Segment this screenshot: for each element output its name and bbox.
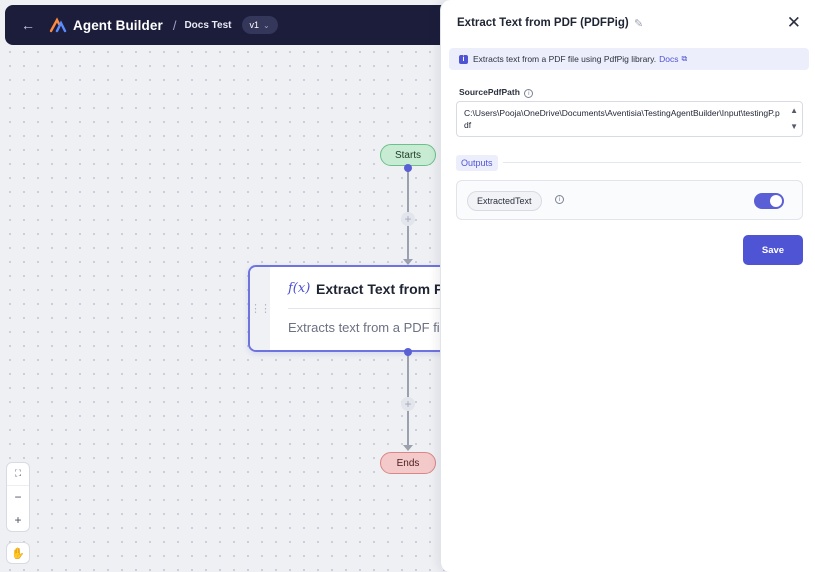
close-icon[interactable]: ✕ — [787, 13, 801, 33]
end-node-label: Ends — [396, 457, 420, 469]
source-pdf-path-input[interactable]: C:\Users\Pooja\OneDrive\Documents\Aventi… — [456, 101, 803, 137]
node-settings-panel: Extract Text from PDF (PDFPig) ✎ ✕ i Ext… — [440, 0, 815, 572]
help-icon[interactable]: i — [555, 195, 564, 204]
version-label: v1 — [249, 20, 260, 30]
edge-arrow-head — [403, 445, 413, 451]
source-input-value: C:\Users\Pooja\OneDrive\Documents\Aventi… — [464, 108, 780, 130]
output-row: ExtractedText i — [456, 180, 803, 220]
pencil-icon[interactable]: ✎ — [634, 17, 643, 30]
fit-view-icon[interactable]: ⛶ — [7, 463, 29, 486]
function-icon: f(x) — [288, 281, 311, 296]
info-banner: i Extracts text from a PDF file using Pd… — [449, 48, 809, 70]
end-node[interactable]: Ends — [380, 452, 436, 474]
outputs-section-label: Outputs — [456, 155, 498, 171]
source-pdf-path-label: SourcePdfPath i — [459, 87, 534, 98]
info-icon: i — [459, 54, 468, 64]
output-enabled-toggle[interactable] — [754, 193, 784, 209]
start-output-handle[interactable] — [404, 164, 412, 172]
add-step-button[interactable]: + — [401, 212, 415, 226]
arrow-left-icon[interactable]: ← — [21, 17, 35, 33]
chevron-down-icon: ⌄ — [263, 20, 270, 30]
info-text: Extracts text from a PDF file using PdfP… — [473, 54, 657, 64]
outputs-divider — [503, 162, 801, 163]
external-link-icon[interactable]: ⧉ — [682, 54, 688, 64]
help-icon[interactable]: i — [524, 89, 534, 98]
toggle-knob — [770, 195, 782, 207]
output-variable-name: ExtractedText — [477, 196, 532, 206]
brand-name[interactable]: Agent Builder — [73, 18, 163, 33]
save-button[interactable]: Save — [743, 235, 803, 265]
agent-builder-logo-icon — [49, 17, 67, 33]
breadcrumb-separator: / — [172, 17, 177, 33]
panel-title: Extract Text from PDF (PDFPig) — [457, 17, 629, 29]
breadcrumb-project[interactable]: Docs Test — [184, 20, 231, 31]
version-dropdown[interactable]: v1 ⌄ — [241, 16, 278, 34]
top-bar: ← Agent Builder / Docs Test v1 ⌄ — [5, 5, 485, 45]
scroll-down-icon[interactable]: ▼ — [790, 121, 798, 133]
start-node-label: Starts — [394, 149, 422, 161]
zoom-in-icon[interactable]: + — [7, 508, 29, 531]
outputs-label-text: Outputs — [461, 158, 493, 168]
function-output-handle[interactable] — [404, 348, 412, 356]
zoom-controls: ⛶ − + — [6, 462, 30, 532]
scroll-up-icon[interactable]: ▲ — [790, 105, 798, 117]
output-variable-chip[interactable]: ExtractedText — [467, 191, 542, 211]
hand-icon[interactable]: ✋ — [6, 542, 30, 564]
start-node[interactable]: Starts — [380, 144, 436, 166]
docs-link[interactable]: Docs — [659, 54, 678, 64]
add-step-button[interactable]: + — [401, 397, 415, 411]
zoom-out-icon[interactable]: − — [7, 486, 29, 509]
source-label-text: SourcePdfPath — [459, 87, 520, 97]
drag-handle-icon[interactable]: ⋮⋮ — [250, 267, 271, 350]
